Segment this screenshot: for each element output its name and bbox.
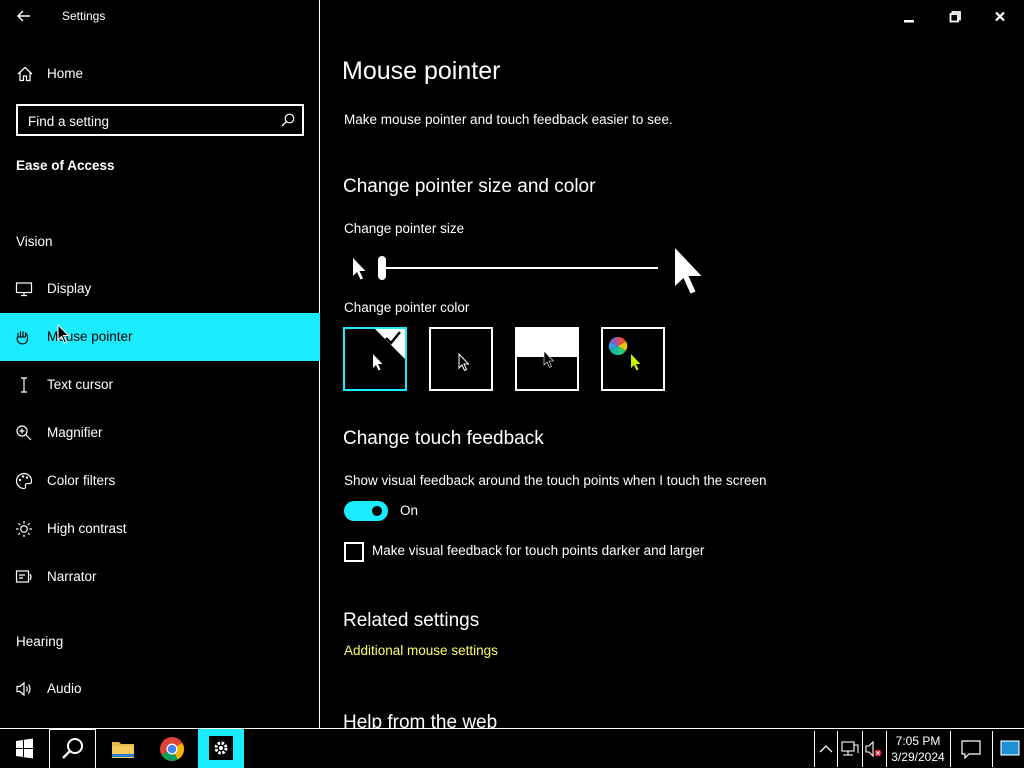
clock-time: 7:05 PM	[895, 734, 941, 748]
close-icon	[995, 11, 1005, 22]
page-description: Make mouse pointer and touch feedback ea…	[344, 112, 673, 127]
mouse-cursor-icon	[57, 324, 70, 344]
clock-date: 3/29/2024	[891, 750, 945, 764]
pointer-color-custom-option[interactable]	[601, 327, 665, 391]
start-button[interactable]	[0, 729, 48, 768]
touch-feedback-toggle[interactable]	[344, 501, 388, 521]
pointer-size-slider[interactable]	[344, 244, 714, 298]
white-pointer-swatch-icon	[373, 329, 405, 371]
pointer-color-white-option[interactable]	[343, 327, 407, 391]
sidebar-item-label: Color filters	[47, 473, 116, 488]
pointer-color-black-option[interactable]	[429, 327, 493, 391]
display-icon	[15, 282, 33, 297]
file-explorer-icon	[112, 742, 134, 758]
page-title: Mouse pointer	[342, 57, 501, 85]
touch-feedback-label: Show visual feedback around the touch po…	[344, 473, 767, 488]
search-icon	[62, 738, 83, 759]
taskbar: 7:05 PM 3/29/2024	[0, 728, 1024, 768]
slider-track[interactable]	[380, 267, 658, 269]
back-button[interactable]	[12, 6, 36, 26]
large-pointer-icon	[675, 248, 702, 294]
taskbar-search-button[interactable]	[49, 729, 96, 768]
pointer-section-heading: Change pointer size and color	[343, 176, 596, 197]
related-settings-heading: Related settings	[343, 610, 480, 631]
sidebar-item-high-contrast[interactable]: High contrast	[0, 505, 320, 553]
show-desktop-button[interactable]	[995, 729, 1024, 768]
sidebar-item-home[interactable]: Home	[0, 58, 320, 90]
chevron-up-icon	[819, 745, 833, 753]
network-button[interactable]	[838, 729, 862, 768]
restore-button[interactable]	[943, 6, 967, 28]
sidebar-item-label: Audio	[47, 681, 82, 696]
pointer-size-label: Change pointer size	[344, 221, 465, 236]
close-button[interactable]	[988, 6, 1012, 28]
app-title: Settings	[62, 9, 106, 23]
sidebar-item-text-cursor[interactable]: Text cursor	[0, 361, 320, 409]
sidebar-item-audio[interactable]: Audio	[0, 665, 320, 713]
chrome-button[interactable]	[148, 729, 196, 768]
magnifier-icon	[16, 425, 32, 441]
windows-start-icon	[16, 738, 33, 759]
pointer-color-inverted-option[interactable]	[515, 327, 579, 391]
settings-icon	[198, 736, 244, 768]
search-input[interactable]	[28, 112, 268, 130]
slider-thumb[interactable]	[378, 256, 386, 280]
action-center-button[interactable]	[951, 729, 991, 768]
sidebar-item-label: Text cursor	[47, 377, 114, 392]
restore-icon	[949, 11, 961, 23]
main-content: Mouse pointer Make mouse pointer and tou…	[321, 0, 1024, 728]
group-label-hearing: Hearing	[16, 634, 64, 649]
title-bar: Settings	[0, 0, 320, 32]
toggle-state-label: On	[400, 503, 419, 518]
black-pointer-swatch-icon	[458, 352, 470, 372]
search-box[interactable]	[16, 104, 304, 136]
chrome-icon	[160, 737, 185, 762]
section-title: Ease of Access	[16, 158, 115, 173]
minimize-button[interactable]	[897, 6, 921, 28]
taskbar-separator	[886, 731, 887, 767]
darker-feedback-label[interactable]: Make visual feedback for touch points da…	[372, 543, 704, 558]
inverted-pointer-swatch-icon	[517, 329, 577, 368]
group-label-vision: Vision	[16, 234, 53, 249]
search-icon[interactable]	[280, 112, 296, 128]
pointer-color-label: Change pointer color	[344, 300, 470, 315]
network-icon	[841, 741, 859, 756]
sidebar-item-label: Magnifier	[47, 425, 103, 440]
settings-app-button[interactable]	[198, 729, 244, 768]
color-filters-icon	[15, 472, 33, 490]
sidebar-item-mouse-pointer[interactable]: Mouse pointer	[0, 313, 320, 361]
custom-color-pointer-swatch-icon	[608, 336, 641, 371]
help-section-heading: Help from the web	[343, 712, 498, 728]
desktop-icon	[1000, 740, 1020, 756]
mouse-pointer-icon	[16, 331, 29, 345]
touch-section-heading: Change touch feedback	[343, 428, 544, 449]
sidebar-item-label: Display	[47, 281, 92, 296]
sidebar-item-color-filters[interactable]: Color filters	[0, 457, 320, 505]
show-hidden-icons-button[interactable]	[815, 729, 837, 768]
sidebar-item-magnifier[interactable]: Magnifier	[0, 409, 320, 457]
additional-mouse-settings-link[interactable]: Additional mouse settings	[344, 643, 498, 658]
home-icon	[17, 66, 33, 82]
sidebar-item-display[interactable]: Display	[0, 265, 320, 313]
settings-sidebar: Settings Home Ease of Access Vision Disp…	[0, 0, 320, 728]
minimize-icon	[904, 20, 914, 23]
back-arrow-icon	[17, 10, 30, 22]
taskbar-separator	[992, 731, 993, 767]
file-explorer-button[interactable]	[99, 729, 147, 768]
darker-feedback-checkbox[interactable]	[344, 542, 364, 562]
narrator-icon	[15, 570, 32, 583]
high-contrast-icon	[16, 521, 32, 537]
sidebar-item-narrator[interactable]: Narrator	[0, 553, 320, 601]
sidebar-item-label: Home	[47, 66, 84, 81]
sidebar-item-label: Narrator	[47, 569, 97, 584]
text-cursor-icon	[21, 377, 27, 393]
taskbar-clock[interactable]: 7:05 PM 3/29/2024	[888, 733, 948, 765]
audio-icon	[16, 681, 31, 697]
volume-button[interactable]	[863, 729, 885, 768]
volume-muted-icon	[865, 740, 882, 758]
sidebar-item-label: High contrast	[47, 521, 127, 536]
toggle-knob	[372, 506, 382, 516]
small-pointer-icon	[353, 258, 366, 280]
notification-icon	[961, 740, 981, 760]
